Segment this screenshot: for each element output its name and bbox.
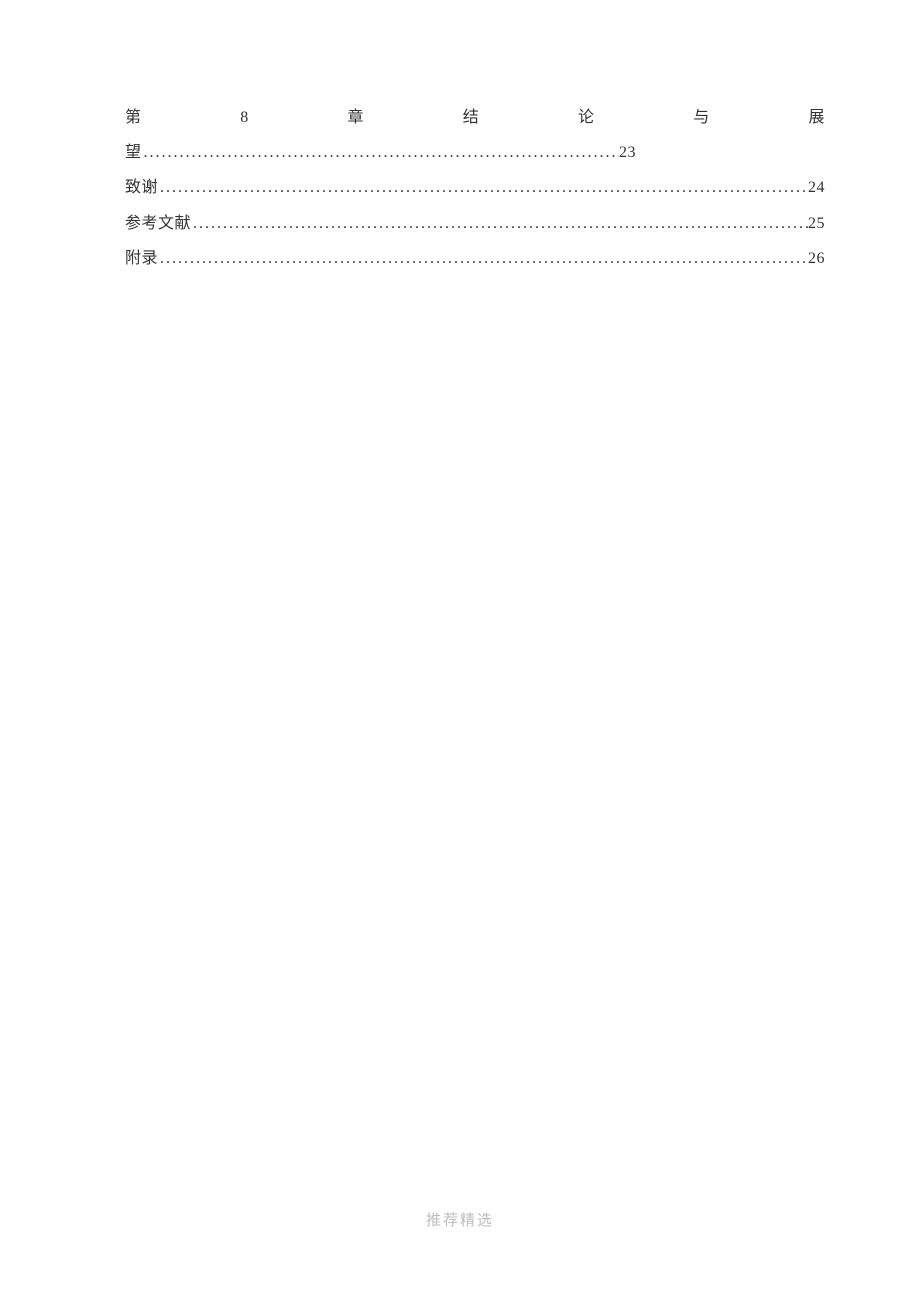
toc-leader-dots (158, 241, 808, 276)
toc-entry-title: 望 (125, 135, 142, 170)
toc-leader-dots (191, 206, 808, 241)
toc-entry-title: 致谢 (125, 170, 158, 205)
toc-entry-page: 25 (808, 206, 825, 241)
toc-char: 8 (240, 100, 249, 135)
toc-leader-dots (142, 135, 619, 170)
toc-entry: 参考文献 25 (125, 206, 825, 241)
page-footer: 推荐精选 (0, 1209, 920, 1230)
toc-entry-ch8-line1: 第 8 章 结 论 与 展 (125, 100, 825, 135)
toc-char: 结 (463, 100, 480, 135)
toc-char: 展 (808, 100, 825, 135)
toc-entry-ch8-line2: 望 23 (125, 135, 636, 170)
toc-entry-page: 23 (619, 135, 636, 170)
toc-entry-title: 附录 (125, 241, 158, 276)
toc-entry: 致谢 24 (125, 170, 825, 205)
toc-leader-dots (158, 170, 808, 205)
toc-char: 第 (125, 100, 142, 135)
toc-entry-title: 参考文献 (125, 206, 191, 241)
toc-entry: 附录 26 (125, 241, 825, 276)
toc-entry-page: 26 (808, 241, 825, 276)
toc-char: 论 (578, 100, 595, 135)
toc-entry-page: 24 (808, 170, 825, 205)
toc-char: 与 (693, 100, 710, 135)
toc-char: 章 (347, 100, 364, 135)
page-container: 第 8 章 结 论 与 展 望 23 致谢 24 参考文献 25 附录 26 推… (0, 0, 920, 1302)
